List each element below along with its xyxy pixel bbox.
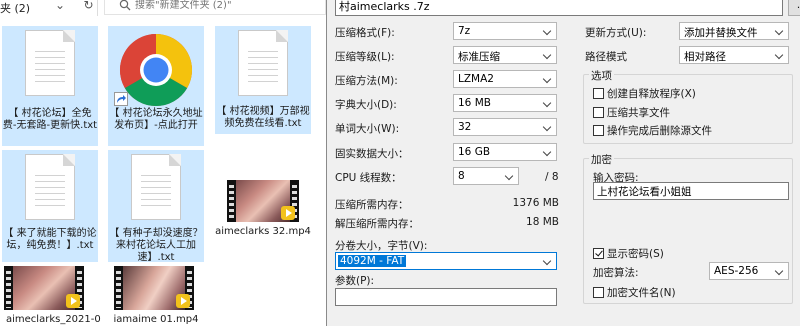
play-badge-icon: [176, 294, 190, 308]
file-item[interactable]: 【 有种子却没速度？来村花论坛人工加速】.txt: [108, 150, 204, 263]
update-mode-select[interactable]: 添加并替换文件: [679, 22, 789, 40]
file-name: aimeclarks_2021-0: [6, 314, 101, 325]
params-input[interactable]: [339, 290, 553, 304]
file-name: 【 村花论坛永久地址发布页】-点此打开: [109, 108, 203, 131]
mem-compress-value: 1376 MB: [512, 197, 559, 209]
volume-size-combo[interactable]: 4092M - FAT: [335, 252, 557, 270]
threads-max: / 8: [545, 171, 559, 183]
screen: 夹 (2) ⌄ ↻ 【 村花论坛】全免费-无套路-更新快.txt: [0, 0, 800, 326]
text-file-icon: [238, 30, 288, 96]
encryption-method-select[interactable]: AES-256: [709, 262, 789, 280]
mem-decompress-value: 18 MB: [526, 216, 559, 228]
chevron-down-icon[interactable]: ⌄: [52, 0, 68, 14]
threads-label: CPU 线程数：: [335, 172, 402, 184]
delete-after-checkbox[interactable]: 操作完成后删除源文件: [593, 123, 712, 138]
format-select[interactable]: 7z: [453, 22, 557, 40]
chevron-down-icon: [543, 257, 553, 265]
dict-label: 字典大小(D):: [335, 99, 397, 111]
sfx-checkbox[interactable]: 创建自释放程序(X): [593, 86, 696, 101]
word-select[interactable]: 32: [453, 118, 557, 136]
checkbox-box[interactable]: [593, 88, 604, 99]
chevron-down-icon: [775, 51, 785, 59]
file-name: iamaime 01.mp4: [113, 314, 199, 325]
method-label: 压缩方法(M):: [335, 75, 398, 87]
text-file-icon: [131, 154, 181, 220]
mem-decompress-label: 解压缩所需内存：: [335, 218, 419, 230]
file-name: 【 村花视频】万部视频免费在线看.txt: [216, 106, 310, 129]
file-item[interactable]: 【 村花视频】万部视频免费在线看.txt: [215, 26, 311, 134]
search-icon: [119, 0, 131, 11]
text-file-icon: [25, 30, 75, 96]
file-explorer: 夹 (2) ⌄ ↻ 【 村花论坛】全免费-无套路-更新快.txt: [0, 0, 326, 326]
file-item[interactable]: 【 村花论坛永久地址发布页】-点此打开: [108, 26, 204, 146]
password-field[interactable]: [593, 182, 789, 200]
password-input[interactable]: [597, 184, 785, 198]
mem-compress-label: 压缩所需内存：: [335, 199, 409, 211]
dict-select[interactable]: 16 MB: [453, 94, 557, 112]
solid-label: 固实数据大小：: [335, 148, 409, 160]
video-thumbnail: [114, 266, 194, 310]
file-name: 【 村花论坛】全免费-无套路-更新快.txt: [2, 108, 98, 131]
shared-files-checkbox[interactable]: 压缩共享文件: [593, 105, 670, 120]
search-input[interactable]: [135, 0, 320, 12]
archive-name-input[interactable]: [339, 0, 769, 13]
volume-label: 分卷大小，字节(V):: [335, 240, 428, 252]
play-badge-icon: [281, 206, 295, 220]
file-item[interactable]: 【 村花论坛】全免费-无套路-更新快.txt: [2, 26, 98, 146]
chevron-down-icon: [775, 267, 785, 275]
play-badge-icon: [66, 294, 80, 308]
add-to-archive-dialog: ... 压缩格式(F): 压缩等级(L): 压缩方法(M): 字典大小(D): …: [326, 0, 800, 326]
checkbox-box[interactable]: [593, 107, 604, 118]
file-item[interactable]: 【 来了就能下载的论坛，纯免费！】.txt: [2, 150, 98, 262]
video-thumbnail: [227, 180, 299, 222]
encryption-title: 加密: [589, 152, 614, 167]
browse-button[interactable]: ...: [788, 0, 800, 16]
file-name: 【 有种子却没速度？来村花论坛人工加速】.txt: [109, 228, 203, 263]
level-label: 压缩等级(L):: [335, 51, 395, 63]
file-item[interactable]: iamaime 01.mp4: [108, 266, 204, 326]
path-mode-label: 路径模式: [585, 51, 627, 63]
chevron-down-icon: [543, 99, 553, 107]
options-title: 选项: [589, 68, 614, 83]
file-name: 【 来了就能下载的论坛，纯免费！】.txt: [3, 228, 97, 251]
search-box[interactable]: [104, 0, 326, 15]
solid-select[interactable]: 16 GB: [453, 143, 557, 161]
params-field[interactable]: [335, 288, 557, 306]
text-file-icon: [25, 154, 75, 220]
file-name: aimeclarks 32.mp4: [215, 226, 311, 237]
chevron-down-icon: [505, 172, 515, 180]
update-mode-label: 更新方式(U):: [585, 27, 647, 39]
show-password-checkbox[interactable]: 显示密码(S): [593, 246, 664, 261]
chevron-down-icon: [543, 148, 553, 156]
chevron-down-icon: [543, 51, 553, 59]
checkbox-box[interactable]: [593, 287, 604, 298]
chevron-down-icon: [775, 27, 785, 35]
chrome-icon: [119, 33, 193, 107]
refresh-icon[interactable]: ↻: [80, 0, 98, 16]
path-mode-select[interactable]: 相对路径: [679, 46, 789, 64]
checkbox-box[interactable]: [593, 125, 604, 136]
explorer-toolbar: 夹 (2) ⌄ ↻: [0, 0, 326, 18]
file-item[interactable]: aimeclarks_2021-0: [0, 266, 101, 326]
checkbox-box[interactable]: [593, 248, 604, 259]
threads-select[interactable]: 8: [453, 167, 519, 185]
encrypt-names-checkbox[interactable]: 加密文件名(N): [593, 285, 676, 300]
chevron-down-icon: [543, 27, 553, 35]
params-label: 参数(P):: [335, 275, 375, 287]
archive-name-field[interactable]: [335, 0, 783, 16]
method-select[interactable]: LZMA2: [453, 70, 557, 88]
address-bar-path[interactable]: 夹 (2): [0, 0, 30, 16]
chevron-down-icon: [543, 75, 553, 83]
shortcut-arrow-icon: [114, 92, 128, 106]
encryption-method-label: 加密算法:: [593, 267, 639, 279]
format-label: 压缩格式(F):: [335, 27, 395, 39]
level-select[interactable]: 标准压缩: [453, 46, 557, 64]
chevron-down-icon: [543, 123, 553, 131]
video-thumbnail: [4, 266, 84, 310]
word-label: 单词大小(W):: [335, 123, 400, 135]
file-item[interactable]: aimeclarks 32.mp4: [215, 180, 311, 240]
